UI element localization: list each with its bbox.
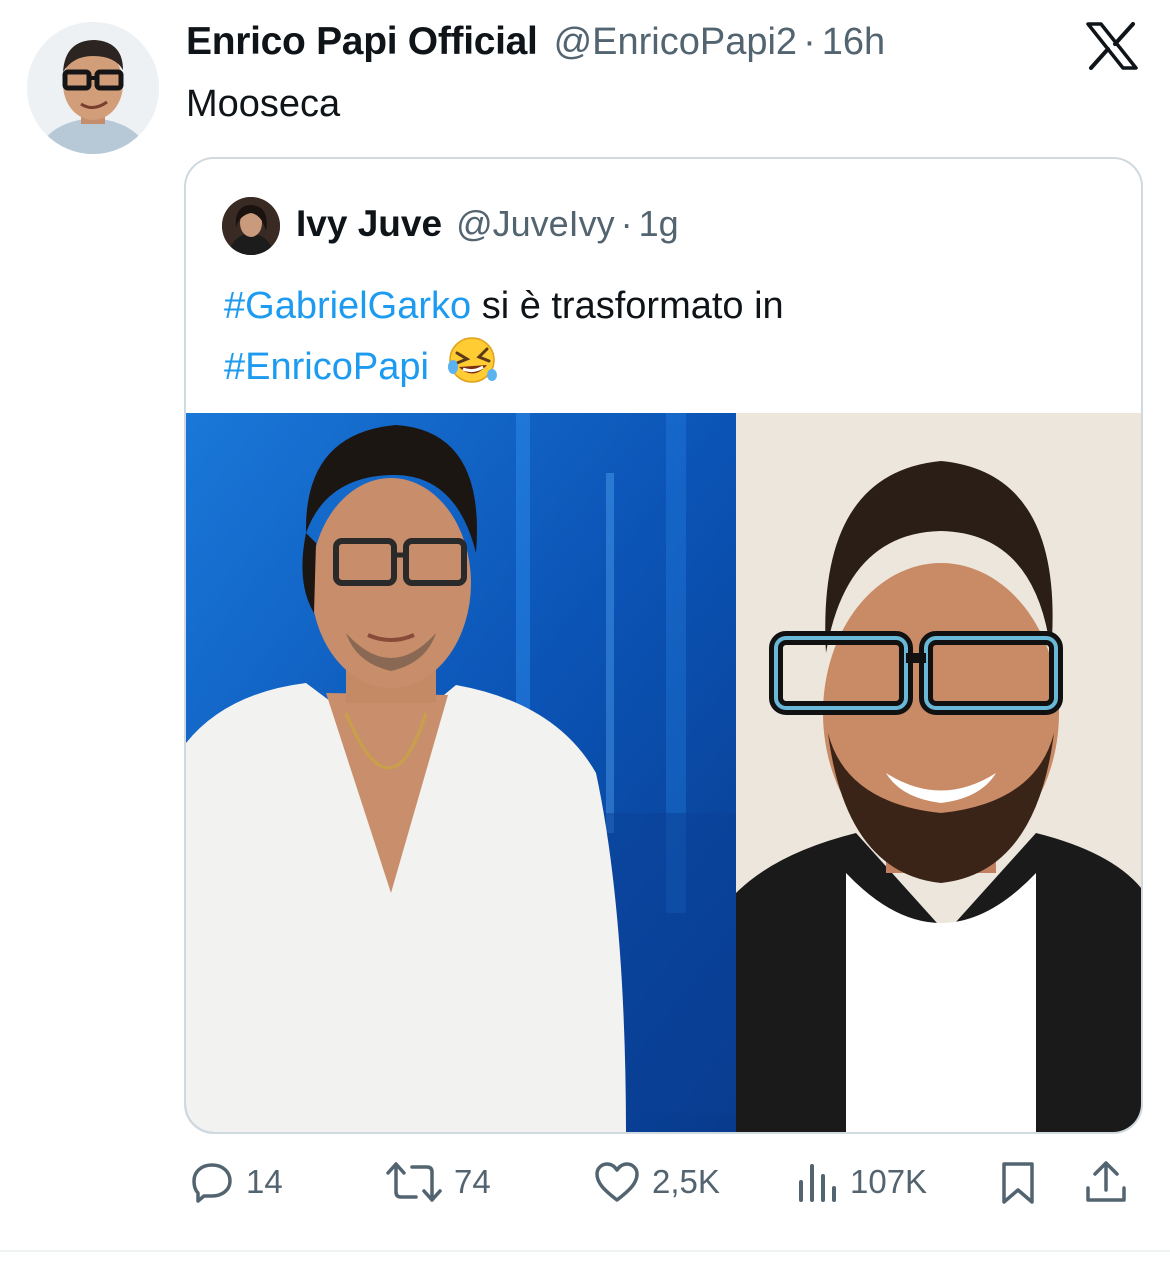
share-button[interactable] bbox=[1084, 1160, 1128, 1206]
quoted-header: Ivy Juve @JuveIvy · 1g bbox=[296, 203, 679, 245]
bookmark-button[interactable] bbox=[998, 1160, 1038, 1206]
rofl-emoji-icon bbox=[445, 335, 499, 402]
reply-button[interactable]: 14 bbox=[190, 1160, 283, 1204]
tweet-time[interactable]: 16h bbox=[822, 21, 885, 64]
x-logo-icon bbox=[1086, 22, 1138, 70]
like-button[interactable]: 2,5K bbox=[594, 1160, 720, 1204]
like-icon bbox=[595, 1162, 639, 1202]
hashtag-gabrielgarko[interactable]: #GabrielGarko bbox=[224, 285, 471, 327]
tweet-text: Mooseca bbox=[186, 83, 341, 125]
quoted-text: #GabrielGarko si è trasformato in #Enric… bbox=[224, 277, 1104, 402]
like-count: 2,5K bbox=[652, 1163, 720, 1200]
quoted-separator-dot: · bbox=[620, 203, 633, 244]
repost-button[interactable]: 74 bbox=[386, 1160, 491, 1204]
author-avatar[interactable] bbox=[27, 22, 159, 154]
tweet-divider bbox=[0, 1250, 1170, 1252]
quoted-author-avatar[interactable] bbox=[222, 197, 280, 255]
views-button[interactable]: 107K bbox=[796, 1160, 927, 1204]
action-bar: 14 74 2,5K 107K bbox=[186, 1160, 1141, 1214]
repost-icon bbox=[386, 1162, 442, 1202]
quoted-author-name[interactable]: Ivy Juve bbox=[296, 203, 442, 245]
author-name[interactable]: Enrico Papi Official bbox=[186, 20, 538, 64]
views-count: 107K bbox=[850, 1163, 928, 1200]
share-icon bbox=[1086, 1161, 1126, 1202]
repost-count: 74 bbox=[454, 1163, 491, 1200]
reply-icon bbox=[192, 1163, 232, 1203]
author-handle[interactable]: @EnricoPapi2 bbox=[554, 21, 797, 64]
views-icon bbox=[799, 1164, 836, 1202]
quoted-author-handle[interactable]: @JuveIvy bbox=[456, 203, 615, 245]
quoted-time[interactable]: 1g bbox=[639, 203, 679, 245]
quoted-tweet[interactable]: Ivy Juve @JuveIvy · 1g #GabrielGarko si … bbox=[184, 157, 1143, 1134]
photo-gabriel-garko[interactable] bbox=[186, 413, 736, 1132]
bookmark-icon bbox=[1002, 1162, 1034, 1204]
tweet-header: Enrico Papi Official @EnricoPapi2 · 16h bbox=[186, 20, 885, 70]
separator-dot: · bbox=[803, 21, 816, 63]
reply-count: 14 bbox=[246, 1163, 283, 1200]
photo-enrico-papi[interactable] bbox=[736, 413, 1141, 1132]
quoted-media[interactable] bbox=[186, 413, 1141, 1132]
hashtag-enricopapi[interactable]: #EnricoPapi bbox=[224, 346, 429, 388]
quoted-text-middle: si è trasformato in bbox=[481, 285, 784, 327]
